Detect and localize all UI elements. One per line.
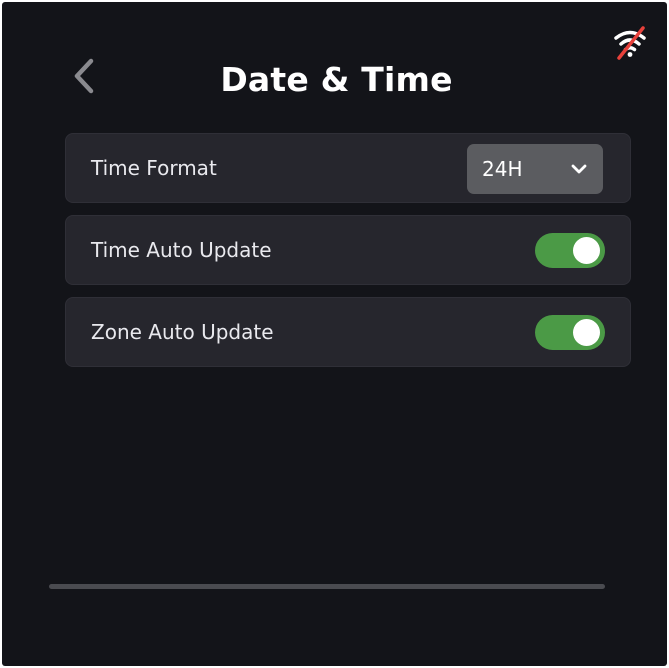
page-title: Date & Time [220,60,453,99]
scroll-bar[interactable] [49,584,605,589]
zone-auto-update-toggle[interactable] [535,315,605,350]
zone-auto-update-row: Zone Auto Update [65,297,631,367]
time-format-row: Time Format 24H [65,133,631,203]
time-auto-update-row: Time Auto Update [65,215,631,285]
wifi-off-icon [614,26,646,60]
time-format-label: Time Format [91,156,217,180]
zone-auto-update-label: Zone Auto Update [91,320,274,344]
date-time-screen: Date & Time Time Format 24H Time Auto Up… [2,2,667,666]
toggle-knob [573,319,600,346]
settings-list: Time Format 24H Time Auto Update Zone Au… [65,133,631,379]
toggle-knob [573,237,600,264]
time-auto-update-label: Time Auto Update [91,238,272,262]
time-format-dropdown[interactable]: 24H [467,144,603,194]
time-auto-update-toggle[interactable] [535,233,605,268]
chevron-down-icon [571,164,587,174]
time-format-value: 24H [482,157,523,181]
